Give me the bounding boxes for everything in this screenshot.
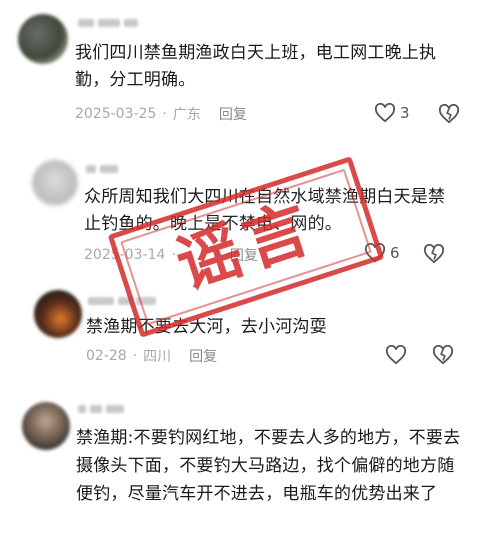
like-button[interactable]: 3 (374, 103, 410, 123)
username-blurred[interactable] (78, 18, 138, 28)
broken-heart-icon (432, 345, 454, 365)
comment-text: 禁渔期:不要钓网红地，不要去人多的地方，不要去摄像头下面，不要钓大马路边，找个偏… (76, 428, 461, 504)
like-count: 3 (400, 104, 410, 122)
reply-button[interactable]: 回复 (219, 104, 247, 124)
heart-outline-icon (374, 103, 396, 123)
dislike-button[interactable] (438, 104, 460, 124)
separator-dot: · (162, 106, 167, 122)
username-blurred[interactable] (78, 404, 124, 414)
broken-heart-icon (438, 104, 460, 124)
comment-date: 2025-03-25 (75, 106, 157, 122)
comment-date: 02-28 (86, 348, 127, 364)
avatar[interactable] (22, 402, 70, 450)
heart-outline-icon (385, 345, 407, 365)
avatar[interactable] (18, 14, 68, 64)
comment-meta: 2025-03-25 · 广东 回复 (75, 104, 247, 124)
avatar[interactable] (34, 290, 82, 338)
avatar[interactable] (32, 160, 78, 206)
username-blurred[interactable] (86, 164, 118, 174)
comment-location: 广东 (172, 107, 201, 123)
comment-location: 四川 (143, 349, 172, 365)
separator-dot: · (132, 348, 138, 364)
comment-meta: 02-28 · 四川 回复 (86, 346, 217, 366)
broken-heart-icon (423, 244, 445, 264)
reply-button[interactable]: 回复 (189, 346, 217, 366)
dislike-button[interactable] (423, 244, 445, 264)
like-count: 6 (390, 244, 400, 262)
dislike-button[interactable] (432, 345, 454, 365)
comment-text: 我们四川禁鱼期渔政白天上班，电工网工晚上执勤，分工明确。 (75, 43, 437, 90)
like-button[interactable] (385, 345, 407, 365)
